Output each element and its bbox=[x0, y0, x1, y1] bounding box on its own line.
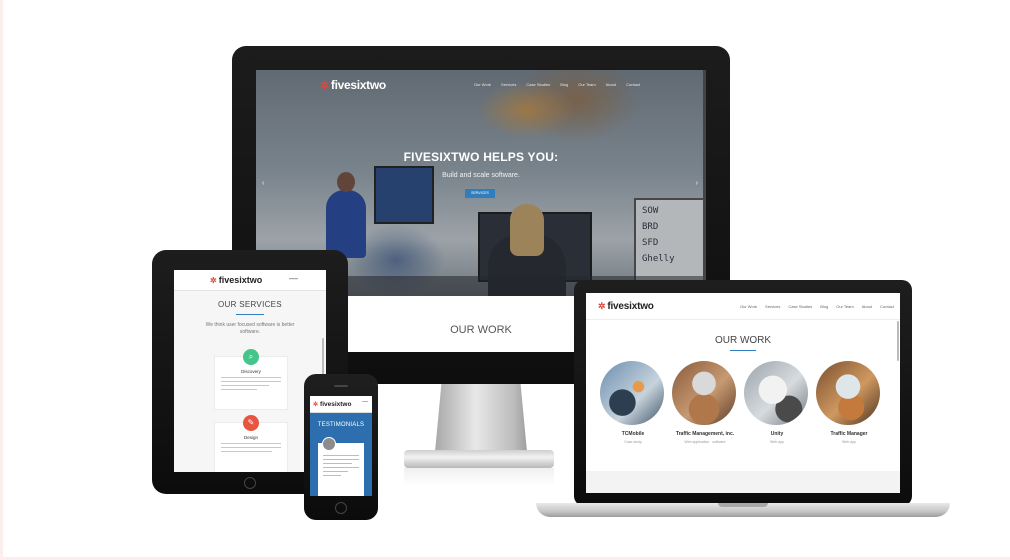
imac-stand-foot bbox=[404, 450, 554, 468]
laptop-hinge-notch bbox=[718, 503, 768, 507]
imac-scrollbar[interactable] bbox=[703, 70, 706, 296]
nav-item-our-team[interactable]: Our Team bbox=[578, 82, 596, 87]
nav-item-our-work[interactable]: Our Work bbox=[474, 82, 491, 87]
nav-item-blog[interactable]: Blog bbox=[560, 82, 568, 87]
laptop-logo[interactable]: ✲ fivesixtwo bbox=[598, 301, 654, 312]
work-item-name: TCMobile bbox=[621, 431, 645, 437]
logo-text: fivesixtwo bbox=[330, 78, 386, 92]
work-item-category: Web application · software bbox=[684, 440, 726, 444]
nav-item-services[interactable]: Services bbox=[765, 304, 780, 309]
main-nav: Our Work Services Case Studies Blog Our … bbox=[474, 82, 640, 87]
laptop-page-footer bbox=[586, 471, 900, 493]
phone-speaker bbox=[334, 385, 348, 387]
nav-item-our-work[interactable]: Our Work bbox=[740, 304, 757, 309]
services-subtitle: We think user focused software is better… bbox=[205, 322, 295, 335]
work-item-category: Web app bbox=[770, 440, 784, 444]
nav-item-about[interactable]: About bbox=[862, 304, 872, 309]
laptop-nav: Our Work Services Case Studies Blog Our … bbox=[740, 304, 894, 309]
avatar bbox=[322, 437, 336, 451]
hero-subtitle: Build and scale software. bbox=[442, 172, 520, 179]
testimonials-section: TESTIMONIALS bbox=[310, 413, 372, 496]
logo-text: fivesixtwo bbox=[320, 401, 352, 408]
hero-title: FIVESIXTWO HELPS YOU: bbox=[403, 150, 559, 164]
phone-logo[interactable]: ✲ fivesixtwo bbox=[313, 401, 351, 408]
work-thumbnail bbox=[600, 361, 664, 425]
our-services-heading: OUR SERVICES bbox=[218, 300, 282, 309]
carousel-prev-icon[interactable]: ‹ bbox=[262, 180, 264, 187]
phone-screen: ✲ fivesixtwo — TESTIMONIALS bbox=[310, 396, 372, 496]
service-card-text bbox=[221, 377, 281, 393]
logo-mark-icon: ✲ bbox=[210, 276, 217, 285]
service-card-title: Design bbox=[243, 435, 258, 440]
tablet-scrollbar[interactable] bbox=[322, 338, 324, 378]
nav-item-case-studies[interactable]: Case Studies bbox=[788, 304, 812, 309]
testimonials-heading: TESTIMONIALS bbox=[317, 422, 365, 428]
phone-header: ✲ fivesixtwo — bbox=[310, 396, 372, 413]
work-item-name: Traffic Manager bbox=[830, 431, 868, 437]
heading-underline bbox=[236, 314, 264, 315]
hamburger-menu-icon[interactable]: — bbox=[289, 273, 298, 283]
service-card-title: Discovery bbox=[241, 369, 261, 374]
logo-text: fivesixtwo bbox=[607, 301, 654, 312]
service-card-text bbox=[221, 443, 281, 455]
hamburger-menu-icon[interactable]: — bbox=[362, 399, 368, 405]
work-thumbnail bbox=[816, 361, 880, 425]
work-thumbnail bbox=[744, 361, 808, 425]
tablet-header: ✲ fivesixtwo — bbox=[174, 270, 326, 291]
page-edge-left bbox=[0, 0, 3, 560]
laptop-screen: ✲ fivesixtwo Our Work Services Case Studi… bbox=[586, 293, 900, 493]
nav-item-contact[interactable]: Contact bbox=[880, 304, 894, 309]
testimonial-card bbox=[318, 437, 364, 496]
logo-mark-icon: ✲ bbox=[598, 301, 606, 311]
our-work-heading: OUR WORK bbox=[714, 335, 772, 346]
logo-mark-icon: ✲ bbox=[313, 402, 319, 408]
logo-mark-icon: ✲ bbox=[320, 80, 329, 92]
phone-home-button[interactable] bbox=[335, 502, 347, 514]
site-logo[interactable]: ✲ fivesixtwo bbox=[320, 78, 386, 92]
work-item-category: Case study bbox=[624, 440, 642, 444]
laptop-header: ✲ fivesixtwo Our Work Services Case Studi… bbox=[586, 293, 900, 320]
nav-item-blog[interactable]: Blog bbox=[820, 304, 828, 309]
work-item-category: Web app bbox=[842, 440, 856, 444]
nav-item-contact[interactable]: Contact bbox=[626, 82, 640, 87]
logo-text: fivesixtwo bbox=[218, 275, 263, 285]
service-card-design[interactable]: ✎ Design bbox=[214, 415, 288, 472]
heading-underline bbox=[730, 350, 756, 351]
laptop-scrollbar[interactable] bbox=[897, 321, 899, 361]
work-thumbnail bbox=[672, 361, 736, 425]
nav-item-about[interactable]: About bbox=[606, 82, 616, 87]
pencil-icon: ✎ bbox=[243, 415, 259, 431]
testimonial-text bbox=[323, 455, 359, 479]
nav-item-services[interactable]: Services bbox=[501, 82, 516, 87]
imac-reflection bbox=[404, 468, 554, 486]
nav-item-our-team[interactable]: Our Team bbox=[836, 304, 854, 309]
nav-item-case-studies[interactable]: Case Studies bbox=[526, 82, 550, 87]
tablet-logo[interactable]: ✲ fivesixtwo bbox=[210, 275, 262, 285]
imac-stand-neck bbox=[434, 384, 528, 454]
service-card-discovery[interactable]: ⌕ Discovery bbox=[214, 349, 288, 410]
tablet-home-button[interactable] bbox=[244, 477, 256, 489]
work-item-name: Traffic Management, inc. bbox=[675, 431, 735, 437]
carousel-next-icon[interactable]: › bbox=[696, 180, 698, 187]
search-icon: ⌕ bbox=[243, 349, 259, 365]
services-button[interactable]: SERVICES bbox=[465, 189, 495, 198]
work-item-name: Unity bbox=[770, 431, 784, 437]
